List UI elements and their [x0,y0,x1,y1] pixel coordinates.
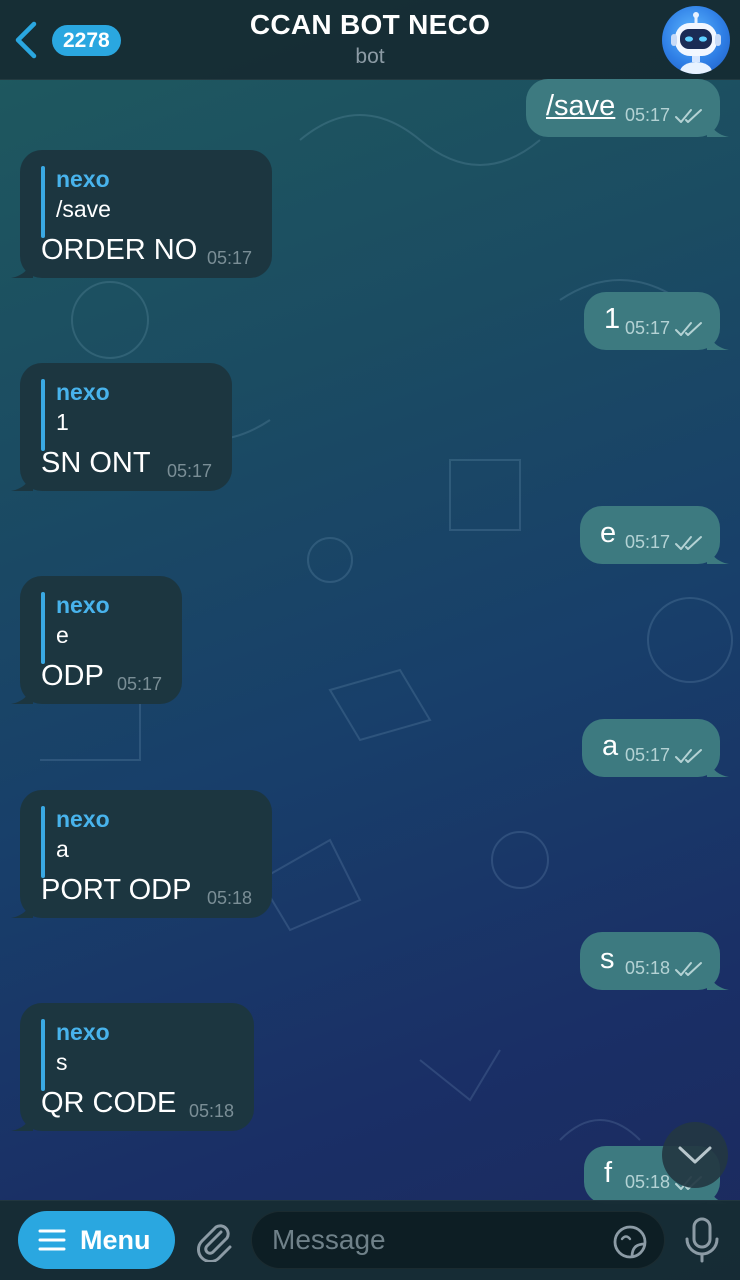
reply-quote-text[interactable]: a [56,836,69,863]
reply-quote-bar [41,379,45,451]
reply-quote-text[interactable]: /save [56,196,111,223]
message-text: a [602,730,619,762]
message-time: 05:17 [166,461,212,481]
bubble-tail [707,115,729,137]
bubble-tail [707,755,729,777]
message-time: 05:18 [188,1101,234,1121]
back-button[interactable]: 2278 [10,18,122,64]
incoming-message[interactable]: nexo e ODP 05:17 [11,576,182,704]
incoming-message[interactable]: nexo s QR CODE 05:18 [11,1003,254,1131]
outgoing-message[interactable]: e 05:17 [580,506,729,564]
reply-quote-text[interactable]: s [56,1049,68,1076]
message-text: s [600,943,615,975]
bubble-tail [11,1109,33,1131]
message-text: QR CODE [41,1087,177,1119]
reply-quote-text[interactable]: 1 [56,409,69,436]
bot-avatar[interactable] [662,6,730,74]
bubble-tail [11,469,33,491]
outgoing-message[interactable]: s 05:18 [580,932,729,990]
menu-button-label: Menu [80,1225,151,1255]
reply-author[interactable]: nexo [56,1019,110,1046]
double-check-icon [675,322,702,336]
message-text: ORDER NO [41,234,198,266]
hamburger-icon [38,1229,66,1251]
double-check-icon [675,749,702,763]
reply-quote-bar [41,1019,45,1091]
reply-quote-bar [41,592,45,664]
input-bar: Menu [0,1200,740,1280]
double-check-icon [675,536,702,550]
bubble-tail [11,682,33,704]
message-field [251,1211,665,1269]
chat-title[interactable]: CCAN BOT NECO [150,9,590,41]
message-text: SN ONT [41,447,151,479]
bubble-tail [707,542,729,564]
reply-quote-bar [41,806,45,878]
message-time: 05:17 [624,105,670,125]
paperclip-icon[interactable] [192,1218,236,1262]
reply-quote-text[interactable]: e [56,622,69,649]
chevron-down-icon [678,1146,712,1164]
reply-author[interactable]: nexo [56,806,110,833]
message-time: 05:17 [624,745,670,765]
message-time: 05:17 [206,248,252,268]
double-check-icon [675,109,702,123]
message-time: 05:17 [624,532,670,552]
message-text: ODP [41,660,104,692]
bubble-tail [707,328,729,350]
reply-author[interactable]: nexo [56,166,110,193]
double-check-icon [675,962,702,976]
reply-quote-bar [41,166,45,238]
microphone-icon[interactable] [682,1217,722,1263]
message-time: 05:17 [116,674,162,694]
incoming-message[interactable]: nexo/save ORDER NO 05:17 [11,150,272,278]
menu-button[interactable]: Menu [18,1211,175,1269]
message-time: 05:18 [206,888,252,908]
message-text: e [600,517,617,549]
outgoing-message[interactable]: 1 05:17 [584,292,729,350]
command-link[interactable]: /save [546,90,615,123]
bubble-tail [11,896,33,918]
outgoing-message[interactable]: a 05:17 [582,719,729,777]
scroll-down-button[interactable] [662,1122,728,1188]
outgoing-message[interactable]: /save 05:17 [526,79,729,137]
reply-author[interactable]: nexo [56,592,110,619]
robot-avatar-icon [671,12,721,74]
chat-header: 2278 CCAN BOT NECO bot [0,0,740,80]
message-text: f [604,1157,613,1189]
incoming-message[interactable]: nexo a PORT ODP 05:18 [11,790,272,918]
bubble-tail [11,256,33,278]
chat-subtitle: bot [355,45,385,68]
reply-author[interactable]: nexo [56,379,110,406]
unread-count-badge: 2278 [52,25,121,56]
sticker-icon[interactable] [612,1224,648,1260]
incoming-message[interactable]: nexo 1 SN ONT 05:17 [11,363,232,491]
message-time: 05:17 [624,318,670,338]
message-time: 05:18 [624,958,670,978]
message-text: 1 [604,303,621,335]
message-input[interactable] [272,1222,602,1258]
chevron-left-icon [15,21,37,59]
bubble-tail [707,968,729,990]
message-text: PORT ODP [41,874,192,906]
